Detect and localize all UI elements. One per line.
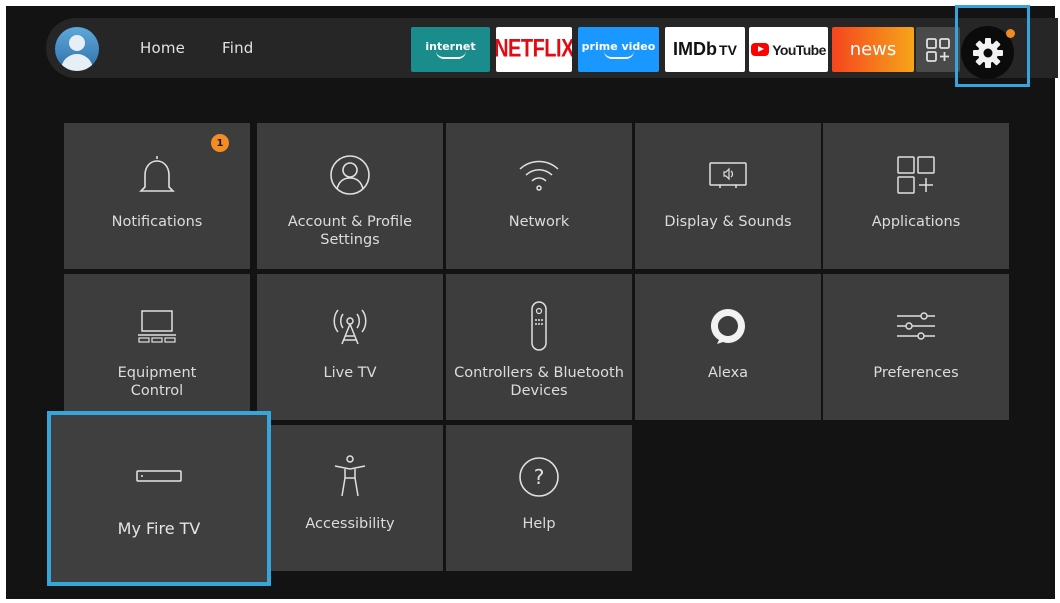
tile-network-label: Network — [508, 214, 570, 230]
app-prime-video[interactable]: prime video — [578, 27, 659, 72]
tile-alexa-label: Alexa — [707, 365, 749, 381]
app-news[interactable]: news — [832, 27, 914, 72]
apps-grid-icon — [897, 156, 935, 194]
notification-count-badge: 1 — [211, 134, 229, 152]
tile-applications[interactable]: Applications — [823, 123, 1009, 269]
person-circle-icon — [330, 155, 370, 195]
tile-notifications-label: Notifications — [111, 214, 203, 230]
tile-my-fire-tv[interactable]: My Fire TV — [47, 411, 271, 586]
tile-preferences[interactable]: Preferences — [823, 274, 1009, 420]
avatar-body — [61, 54, 93, 71]
app-internet[interactable]: internet — [411, 27, 490, 72]
tile-help-label: Help — [522, 516, 556, 532]
sliders-icon — [897, 312, 935, 340]
tile-preferences-label: Preferences — [873, 365, 959, 381]
amazon-smile-icon — [603, 51, 634, 59]
youtube-play-icon — [751, 43, 770, 56]
wifi-icon — [519, 160, 559, 191]
tile-myfiretv-label: My Fire TV — [117, 519, 201, 538]
tile-accessibility[interactable]: Accessibility — [257, 425, 443, 571]
app-grid-button[interactable] — [916, 27, 960, 72]
app-news-label: news — [849, 39, 897, 60]
tv-speaker-icon — [709, 162, 747, 188]
tile-livetv-label: Live TV — [323, 365, 377, 381]
tile-controllers-bluetooth[interactable]: Controllers & Bluetooth Devices — [446, 274, 632, 420]
avatar-head — [69, 35, 85, 51]
tile-equipment-control[interactable]: Equipment Control — [64, 274, 250, 420]
alexa-ring-icon — [711, 309, 745, 344]
app-netflix[interactable]: NETFLIX — [496, 27, 572, 72]
tile-account-label: Account & Profile Settings — [287, 214, 413, 248]
tile-network[interactable]: Network — [446, 123, 632, 269]
app-youtube[interactable]: YouTube — [749, 27, 828, 72]
app-grid-icon — [926, 37, 950, 62]
profile-avatar-icon[interactable] — [55, 27, 99, 71]
accessibility-figure-icon — [334, 455, 366, 497]
app-netflix-label: NETFLIX — [496, 35, 572, 63]
tile-accessibility-label: Accessibility — [305, 516, 395, 532]
tile-account-profile-settings[interactable]: Account & Profile Settings — [257, 123, 443, 269]
app-youtube-label: YouTube — [772, 41, 826, 58]
tile-alexa[interactable]: Alexa — [635, 274, 821, 420]
settings-focus-highlight — [955, 5, 1030, 87]
nav-find[interactable]: Find — [222, 39, 254, 57]
fire-tv-device-icon — [136, 470, 182, 482]
tile-live-tv[interactable]: Live TV — [257, 274, 443, 420]
equipment-icon — [138, 310, 176, 343]
tile-display-label: Display & Sounds — [664, 214, 792, 230]
bell-icon — [139, 156, 175, 192]
tile-equipment-label: Equipment Control — [117, 365, 197, 399]
tile-applications-label: Applications — [871, 214, 961, 230]
help-question-glyph: ? — [534, 465, 545, 489]
app-imdb-tv-label: TV — [719, 41, 737, 58]
app-imdb-label: IMDb — [673, 39, 718, 59]
tile-display-sounds[interactable]: Display & Sounds — [635, 123, 821, 269]
question-circle-icon: ? — [519, 457, 559, 497]
tile-controllers-label: Controllers & Bluetooth Devices — [454, 365, 624, 399]
broadcast-antenna-icon — [333, 309, 367, 345]
amazon-smile-icon — [435, 51, 466, 59]
nav-home[interactable]: Home — [140, 39, 185, 57]
app-imdb-tv[interactable]: IMDb TV — [665, 27, 745, 72]
tile-help[interactable]: ? Help — [446, 425, 632, 571]
remote-icon — [531, 301, 547, 351]
